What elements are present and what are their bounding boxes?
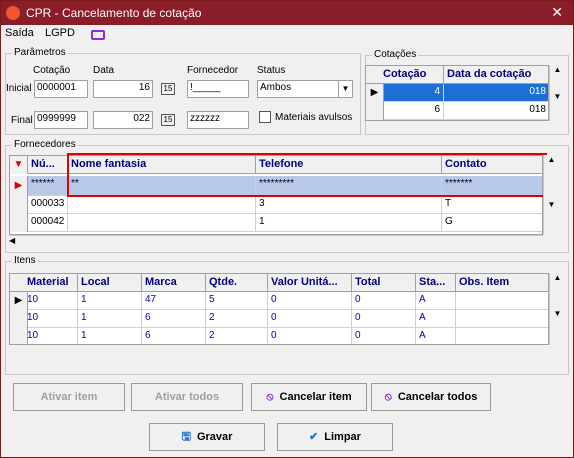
menu-saida[interactable]: Saída [5,27,34,39]
calendar-icon[interactable]: 15 [161,114,175,126]
checkmark-icon: ✔ [309,431,319,443]
col-status[interactable]: Sta... [416,274,456,292]
label-fornecedor: Fornecedor [187,65,239,76]
fornecedor-final-input[interactable]: zzzzzz [187,111,249,129]
label-final: Final [11,115,33,126]
table-row[interactable]: ▶ 10 1 47 5 0 0 A [10,292,548,310]
cotacoes-grid: Cotação Data da cotação ▶ 4 018 6 018 [365,65,549,121]
cancel-icon: ⦸ [384,391,392,403]
label-inicial: Inicial [6,83,32,94]
monitor-icon[interactable] [91,30,105,40]
col-total[interactable]: Total [352,274,416,292]
chevron-down-icon: ▼ [338,81,352,97]
cancelar-item-button[interactable]: ⦸ Cancelar item [251,383,367,411]
fornecedores-label: Fornecedores [12,139,78,150]
col-data[interactable]: Data da cotação [444,66,548,84]
itens-header: Material Local Marca Qtde. Valor Unitá..… [10,274,548,292]
ativar-item-button[interactable]: Ativar item [13,383,125,411]
cancelar-todos-button[interactable]: ⦸ Cancelar todos [371,383,491,411]
red-highlight-box [67,153,547,197]
materiais-label: Materiais avulsos [275,112,353,123]
col-local[interactable]: Local [78,274,142,292]
itens-scrollbar[interactable]: ▲ ▼ [549,273,565,345]
fornecedores-scrollbar[interactable]: ▲ ▼ [543,155,559,235]
row-pointer-icon: ▶ [10,176,28,196]
cotacoes-scrollbar[interactable]: ▲ ▼ [549,65,565,121]
col-cotacao[interactable]: Cotação [380,66,444,84]
label-cotacao: Cotação [33,65,71,76]
cotacoes-label: Cotações [372,49,419,60]
materiais-checkbox[interactable] [259,111,271,123]
gravar-button[interactable]: 🖫 Gravar [149,423,265,451]
app-logo [6,6,20,20]
col-valor-unitario[interactable]: Valor Unitá... [268,274,352,292]
ativar-todos-button[interactable]: Ativar todos [131,383,243,411]
label-status: Status [257,65,286,76]
table-row[interactable]: 000033 3 T [10,196,542,214]
save-icon: 🖫 [181,431,191,443]
data-inicial-input[interactable]: 16 [93,80,153,98]
col-qtde[interactable]: Qtde. [206,274,268,292]
table-row[interactable]: ▶ 4 018 [366,84,548,102]
itens-grid: Material Local Marca Qtde. Valor Unitá..… [9,273,549,345]
sort-indicator-icon: ▼ [10,156,28,174]
itens-label: Itens [12,255,38,266]
main-window: CPR - Cancelamento de cotação ✕ Saída LG… [0,0,574,458]
table-row[interactable]: 6 018 [366,102,548,120]
status-select[interactable]: Ambos ▼ [257,80,353,98]
close-icon[interactable]: ✕ [551,4,563,21]
cotacao-inicial-input[interactable]: 0000001 [34,80,88,98]
table-row[interactable]: 10 1 6 2 0 0 A [10,310,548,328]
cancel-icon: ⦸ [266,391,274,403]
calendar-icon[interactable]: 15 [161,83,175,95]
col-obs-item[interactable]: Obs. Item [456,274,548,292]
fornecedores-hscrollbar[interactable]: ◀ [9,235,543,249]
cotacao-final-input[interactable]: 0999999 [34,111,88,129]
label-data: Data [93,65,115,76]
table-row[interactable]: 000042 1 G [10,214,542,232]
data-final-input[interactable]: 022 [93,111,153,129]
title-bar: CPR - Cancelamento de cotação ✕ [1,1,573,25]
menu-lgpd[interactable]: LGPD [45,27,75,39]
col-marca[interactable]: Marca [142,274,206,292]
table-row[interactable]: 10 1 6 2 0 0 A [10,328,548,344]
window-title: CPR - Cancelamento de cotação [26,6,202,20]
status-value: Ambos [260,82,292,93]
limpar-button[interactable]: ✔ Limpar [277,423,393,451]
col-numero[interactable]: Nú... [28,156,68,174]
cotacoes-header: Cotação Data da cotação [366,66,548,84]
fornecedor-inicial-input[interactable]: !_____ [187,80,249,98]
col-material[interactable]: Material [24,274,78,292]
parametros-label: Parâmetros [12,47,68,58]
